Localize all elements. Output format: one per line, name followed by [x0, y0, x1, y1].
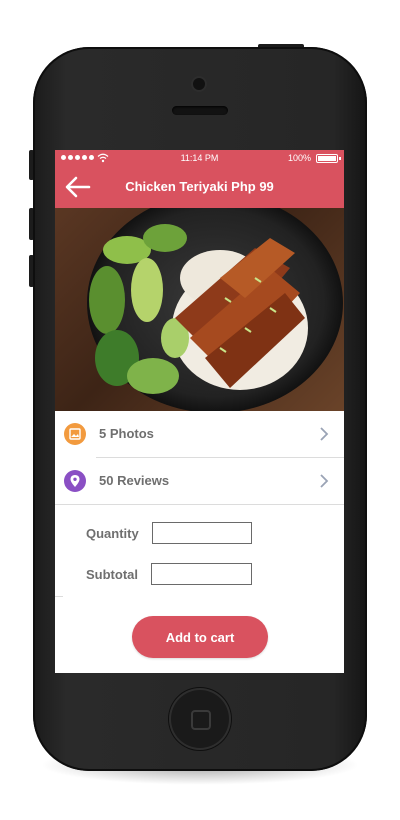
quantity-label: Quantity — [86, 526, 139, 541]
page-title: Chicken Teriyaki Php 99 — [125, 179, 274, 194]
chevron-right-icon — [320, 474, 329, 488]
divider — [55, 596, 63, 597]
chevron-right-icon — [320, 427, 329, 441]
home-square-icon — [191, 710, 211, 730]
add-to-cart-button[interactable]: Add to cart — [132, 616, 268, 658]
reviews-row[interactable]: 50 Reviews — [55, 458, 344, 504]
battery-percent: 100% — [287, 153, 311, 163]
battery-icon — [316, 154, 341, 163]
nav-bar: Chicken Teriyaki Php 99 — [55, 166, 344, 208]
front-camera — [193, 78, 205, 90]
home-button[interactable] — [169, 688, 231, 750]
photos-label: 5 Photos — [99, 426, 154, 441]
reviews-label: 50 Reviews — [99, 473, 170, 488]
divider — [55, 504, 344, 505]
status-bar: 11:14 PM 100% — [55, 150, 344, 166]
subtotal-field[interactable] — [151, 563, 252, 585]
location-pin-icon — [64, 470, 86, 492]
quantity-input[interactable] — [152, 522, 252, 544]
food-photo — [55, 193, 344, 413]
app-screen: 11:14 PM 100% Chicken Teriyaki Php 99 5 … — [55, 150, 344, 673]
earpiece-speaker — [172, 106, 228, 115]
food-illustration — [87, 193, 343, 413]
photos-row[interactable]: 5 Photos — [55, 411, 344, 457]
subtotal-label: Subtotal — [86, 567, 138, 582]
image-icon — [64, 423, 86, 445]
